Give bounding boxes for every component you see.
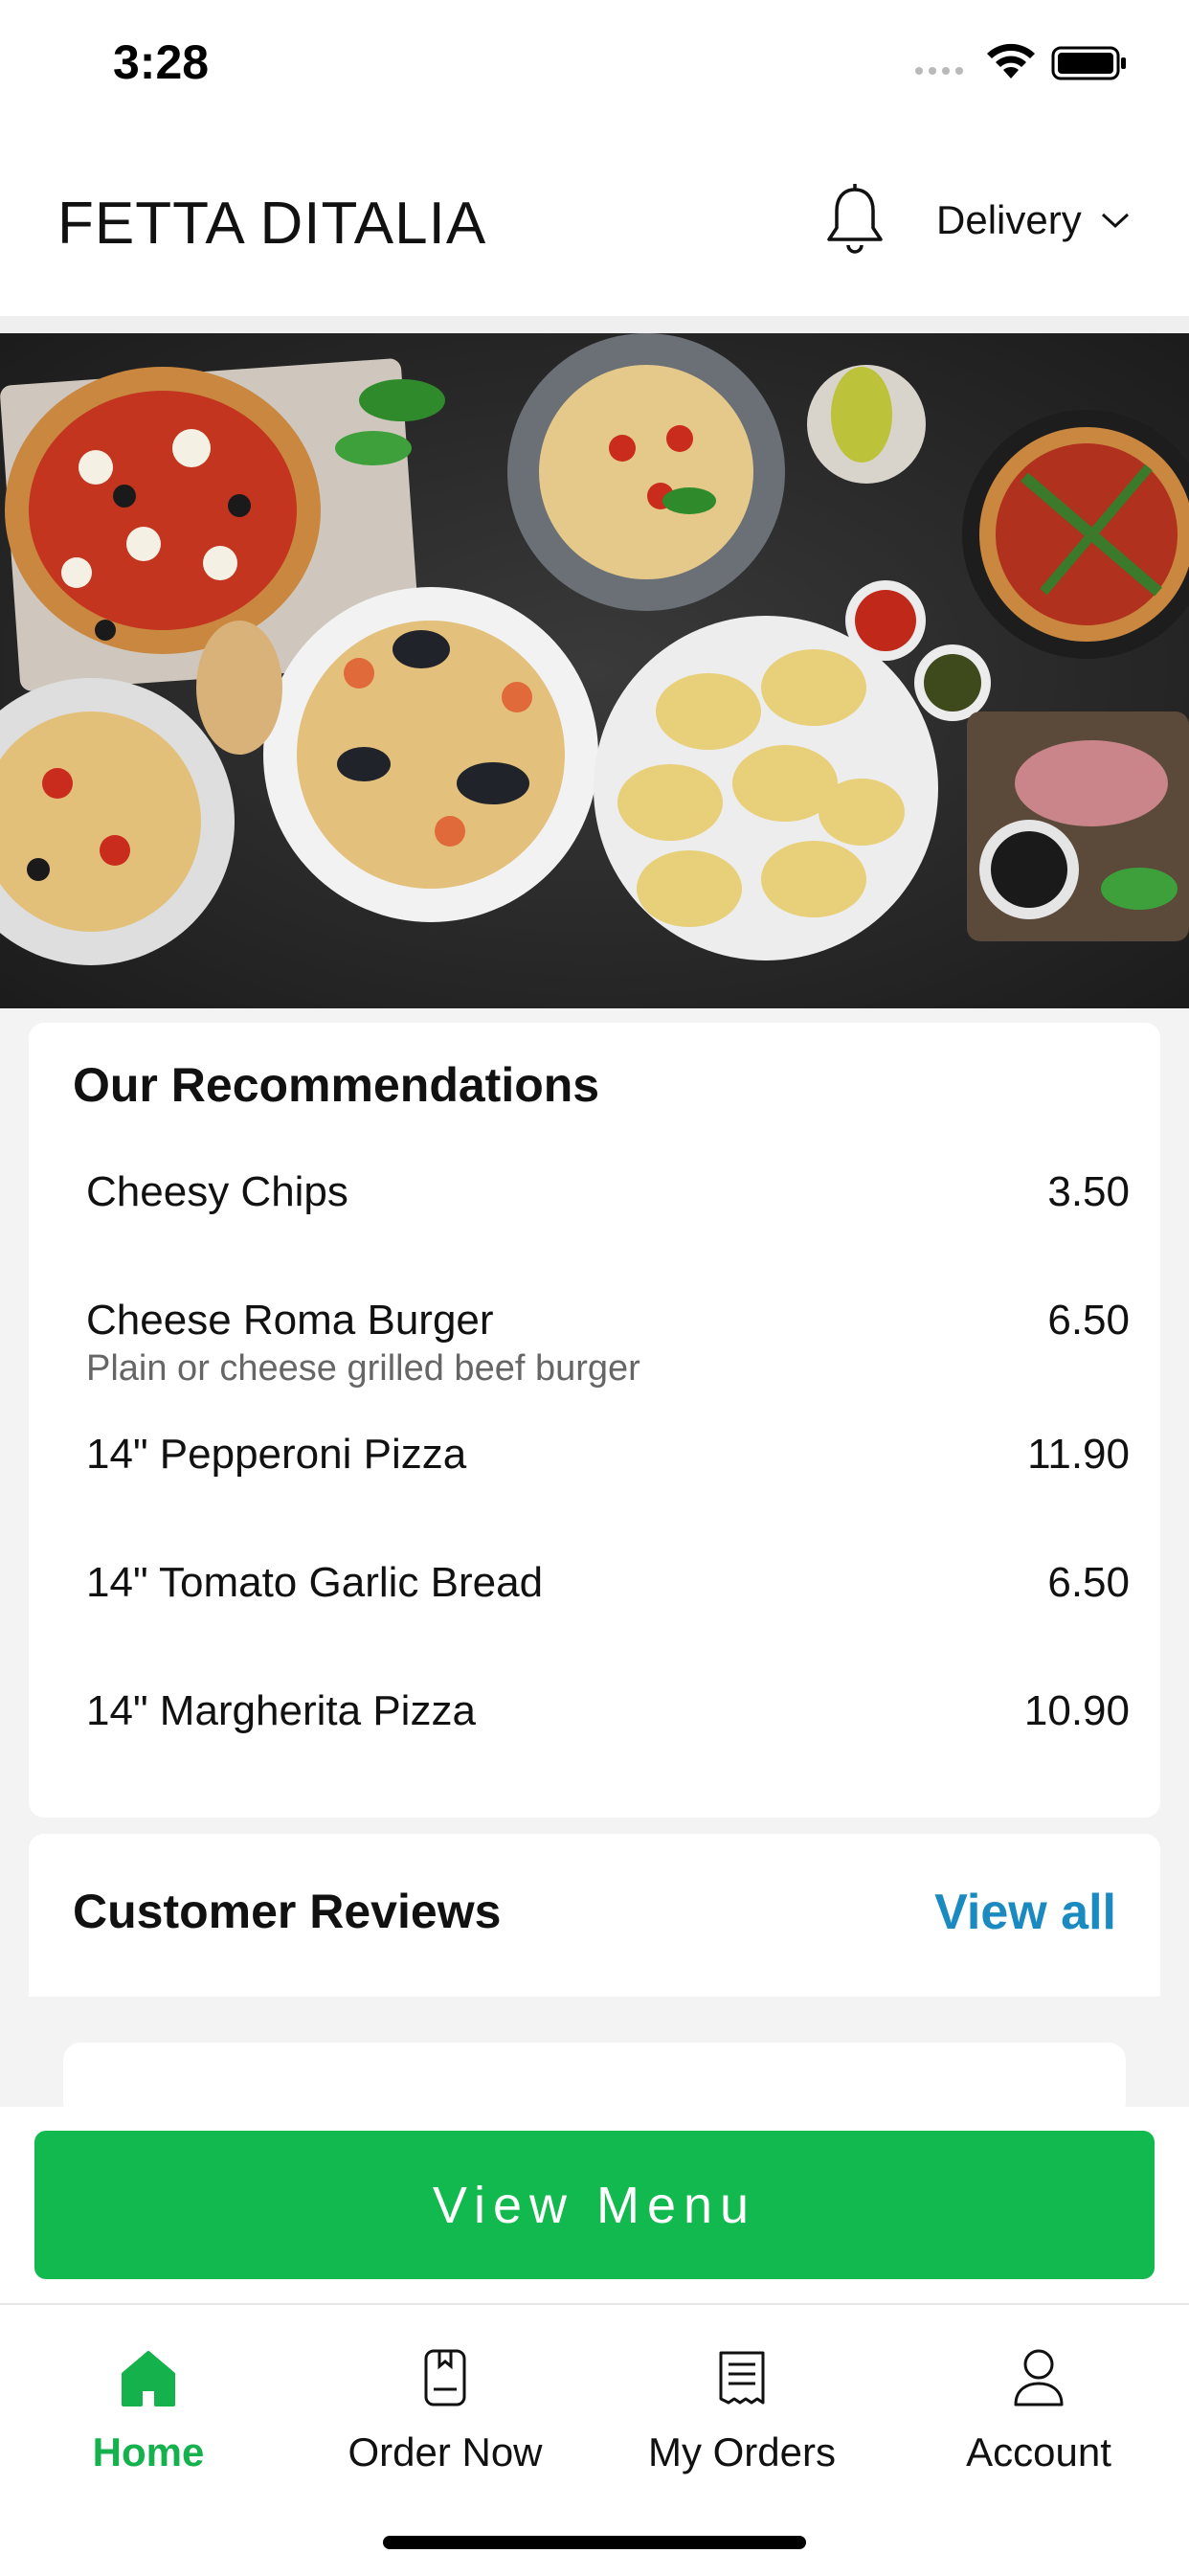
menu-item-price: 3.50 xyxy=(1047,1168,1130,1215)
delivery-mode-label: Delivery xyxy=(936,197,1082,242)
app-header: FETTA DITALIA Delivery xyxy=(0,134,1189,316)
status-bar: 3:28 xyxy=(0,0,1189,134)
order-now-icon xyxy=(424,2349,466,2407)
signal-icon xyxy=(915,67,963,75)
menu-item[interactable]: 14" Tomato Garlic Bread 6.50 xyxy=(86,1559,1130,1607)
nav-item-my-orders[interactable]: My Orders xyxy=(594,2347,890,2475)
reviews-title: Customer Reviews xyxy=(73,1885,502,1938)
reviews-card: Customer Reviews View all xyxy=(29,1834,1160,2119)
hero-food-image xyxy=(0,333,1189,1008)
nav-label-home: Home xyxy=(92,2429,205,2474)
menu-item-name: Cheese Roma Burger xyxy=(86,1297,494,1344)
nav-label-order-now: Order Now xyxy=(348,2429,543,2474)
menu-item[interactable]: Cheesy Chips 3.50 xyxy=(86,1168,1130,1216)
home-icon xyxy=(122,2351,175,2407)
recommendations-card: Our Recommendations Cheesy Chips 3.50 Ch… xyxy=(29,1023,1160,1818)
menu-item-price: 10.90 xyxy=(1023,1687,1130,1734)
menu-item-price: 6.50 xyxy=(1047,1559,1130,1606)
chevron-down-icon xyxy=(1101,213,1129,229)
nav-item-account[interactable]: Account xyxy=(890,2347,1187,2475)
menu-item-name: 14" Tomato Garlic Bread xyxy=(86,1559,544,1606)
menu-item-name: 14" Pepperoni Pizza xyxy=(86,1431,467,1478)
nav-item-order-now[interactable]: Order Now xyxy=(297,2347,594,2475)
menu-item[interactable]: Cheese Roma Burger Plain or cheese grill… xyxy=(86,1297,1130,1390)
receipt-icon xyxy=(719,2351,765,2405)
menu-item-price: 6.50 xyxy=(1047,1297,1130,1344)
nav-label-account: Account xyxy=(966,2429,1111,2474)
delivery-mode-dropdown[interactable]: Delivery xyxy=(936,197,1132,243)
battery-icon xyxy=(1051,46,1126,80)
menu-item-price: 11.90 xyxy=(1027,1431,1130,1478)
bell-icon[interactable] xyxy=(821,182,888,259)
nav-item-home[interactable]: Home xyxy=(0,2347,297,2475)
menu-item-name: Cheesy Chips xyxy=(86,1168,348,1215)
wifi-icon xyxy=(987,43,1035,79)
header-divider xyxy=(0,316,1189,333)
reviews-list xyxy=(29,1997,1160,2119)
menu-item[interactable]: 14" Pepperoni Pizza 11.90 xyxy=(86,1431,1130,1479)
view-all-reviews-link[interactable]: View all xyxy=(934,1884,1116,1941)
menu-item-name: 14" Margherita Pizza xyxy=(86,1687,476,1734)
home-indicator xyxy=(383,2536,806,2549)
brand-title: FETTA DITALIA xyxy=(57,191,487,257)
view-menu-button[interactable]: View Menu xyxy=(34,2131,1155,2279)
menu-item-description: Plain or cheese grilled beef burger xyxy=(86,1348,640,1389)
menu-item[interactable]: 14" Margherita Pizza 10.90 xyxy=(86,1687,1130,1735)
status-time: 3:28 xyxy=(113,35,210,89)
account-icon xyxy=(1014,2349,1064,2407)
cta-area: View Menu xyxy=(0,2107,1189,2303)
recommendations-title: Our Recommendations xyxy=(73,1058,600,1112)
nav-label-my-orders: My Orders xyxy=(647,2429,836,2474)
